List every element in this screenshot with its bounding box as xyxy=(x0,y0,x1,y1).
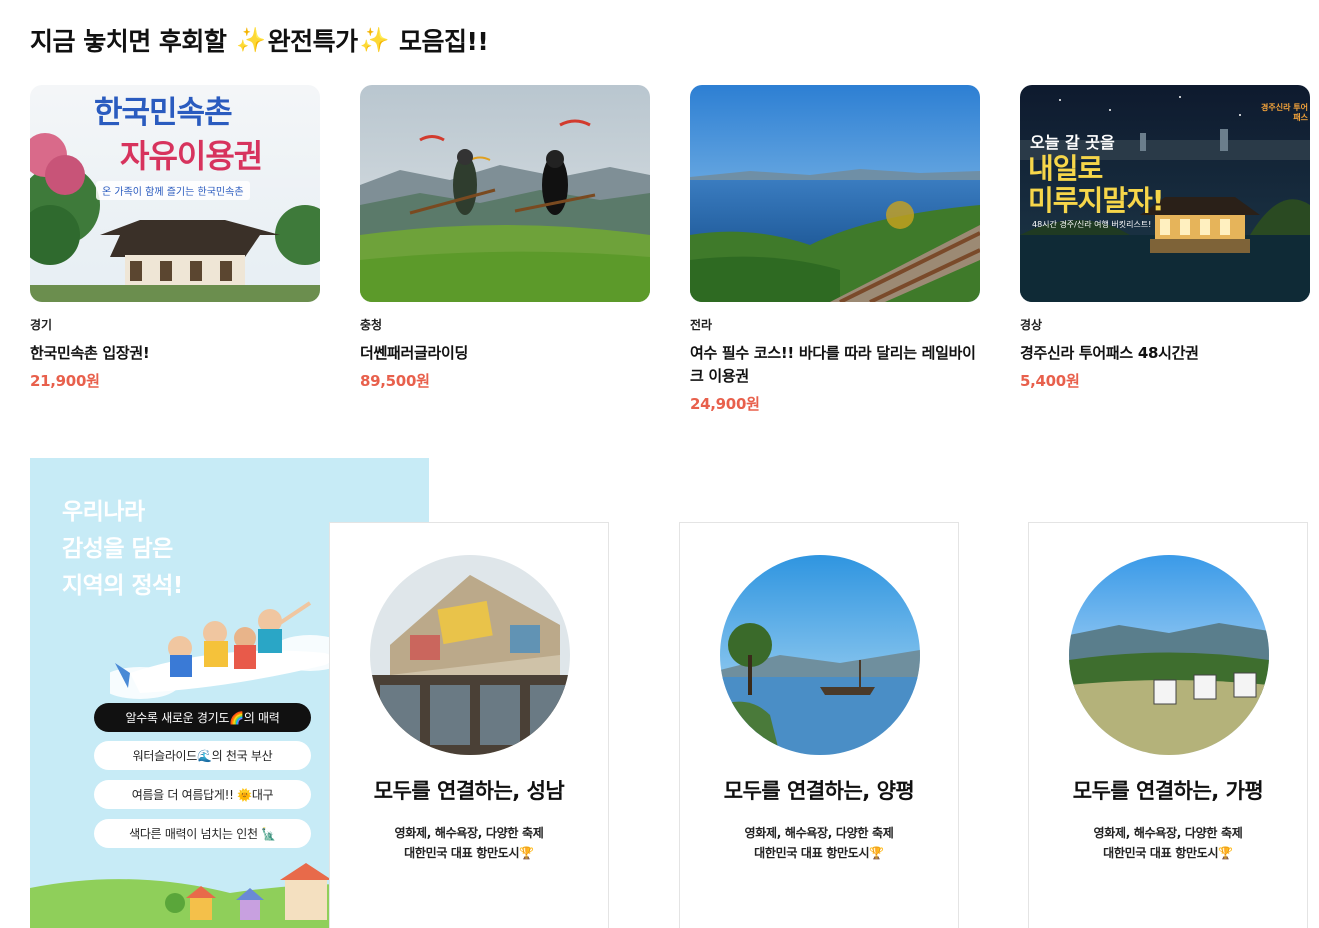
region-description: 영화제, 해수욕장, 다양한 축제 대한민국 대표 항만도시🏆 xyxy=(330,823,608,863)
promo-pill-busan[interactable]: 워터슬라이드🌊의 천국 부산 xyxy=(94,741,311,770)
deal-region: 충청 xyxy=(360,318,383,332)
section-title-part1: 지금 놓치면 후회할 xyxy=(30,27,227,56)
region-card[interactable]: 모두를 연결하는, 가평 영화제, 해수욕장, 다양한 축제 대한민국 대표 항… xyxy=(1028,522,1308,928)
region-desc-line: 영화제, 해수욕장, 다양한 축제 xyxy=(394,826,544,840)
deal-price: 89,500원 xyxy=(360,372,430,390)
deal-name[interactable]: 경주신라 투어패스 48시간권 xyxy=(1020,342,1310,365)
deal-card[interactable]: 한국민속촌 자유이용권 온 가족이 함께 즐기는 한국민속촌 경기 한국민속촌 … xyxy=(30,85,320,391)
region-desc-line: 대한민국 대표 항만도시🏆 xyxy=(404,846,534,860)
promo-pill-gyeonggi[interactable]: 알수록 새로운 경기도🌈의 매력 xyxy=(94,703,311,732)
deal-price: 21,900원 xyxy=(30,372,100,390)
promo-pill-incheon[interactable]: 색다른 매력이 넘치는 인천 🗽 xyxy=(94,819,311,848)
sparkles-icon: ✨ xyxy=(228,26,266,54)
region-title: 모두를 연결하는, 양평 xyxy=(723,779,915,803)
deal-thumbnail[interactable] xyxy=(360,85,650,302)
region-desc-line: 영화제, 해수욕장, 다양한 축제 xyxy=(744,826,894,840)
deal-region: 경기 xyxy=(30,318,53,332)
deal-price: 5,400원 xyxy=(1020,372,1080,390)
deal-card[interactable]: 충청 더쎈패러글라이딩 89,500원 xyxy=(360,85,650,391)
region-description: 영화제, 해수욕장, 다양한 축제 대한민국 대표 항만도시🏆 xyxy=(1029,823,1307,863)
deal-name[interactable]: 한국민속촌 입장권! xyxy=(30,342,320,365)
deal-thumbnail[interactable]: 경주신라 투어패스 오늘 갈 곳을 내일로 미루지말자! 48시간 경주/신라 … xyxy=(1020,85,1310,302)
deal-region: 전라 xyxy=(690,318,713,332)
deal-thumbnail[interactable]: 한국민속촌 자유이용권 온 가족이 함께 즐기는 한국민속촌 xyxy=(30,85,320,302)
region-desc-line: 대한민국 대표 항만도시🏆 xyxy=(754,846,884,860)
region-photo[interactable] xyxy=(720,555,920,755)
region-photo[interactable] xyxy=(1069,555,1269,755)
deal-name[interactable]: 여수 필수 코스!! 바다를 따라 달리는 레일바이크 이용권 xyxy=(690,342,980,388)
promo-headline-line: 감성을 담은 xyxy=(62,536,173,562)
section-title: 지금 놓치면 후회할 ✨ 완전특가 ✨ 모음집!! xyxy=(30,22,489,58)
sparkles-icon: ✨ xyxy=(359,26,397,54)
deal-region: 경상 xyxy=(1020,318,1043,332)
region-card[interactable]: 모두를 연결하는, 성남 영화제, 해수욕장, 다양한 축제 대한민국 대표 항… xyxy=(329,522,609,928)
promo-headline: 우리나라 감성을 담은 지역의 정석! xyxy=(62,494,183,605)
region-desc-line: 대한민국 대표 항만도시🏆 xyxy=(1103,846,1233,860)
region-desc-line: 영화제, 해수욕장, 다양한 축제 xyxy=(1093,826,1243,840)
deal-thumbnail[interactable] xyxy=(690,85,980,302)
deal-price: 24,900원 xyxy=(690,395,760,413)
section-title-part3: 모음집!! xyxy=(398,27,489,56)
promo-headline-line: 우리나라 xyxy=(62,499,145,525)
region-photo[interactable] xyxy=(370,555,570,755)
promo-pill-daegu[interactable]: 여름을 더 여름답게!! 🌞대구 xyxy=(94,780,311,809)
region-title: 모두를 연결하는, 가평 xyxy=(1072,779,1264,803)
region-description: 영화제, 해수욕장, 다양한 축제 대한민국 대표 항만도시🏆 xyxy=(680,823,958,863)
airplane-illustration xyxy=(110,601,350,699)
deal-card[interactable]: 전라 여수 필수 코스!! 바다를 따라 달리는 레일바이크 이용권 24,90… xyxy=(690,85,980,414)
region-card[interactable]: 모두를 연결하는, 양평 영화제, 해수욕장, 다양한 축제 대한민국 대표 항… xyxy=(679,522,959,928)
section-title-part2: 완전특가 xyxy=(267,27,359,56)
region-title: 모두를 연결하는, 성남 xyxy=(373,779,565,803)
deal-card[interactable]: 경주신라 투어패스 오늘 갈 곳을 내일로 미루지말자! 48시간 경주/신라 … xyxy=(1020,85,1310,391)
deal-name[interactable]: 더쎈패러글라이딩 xyxy=(360,342,650,365)
